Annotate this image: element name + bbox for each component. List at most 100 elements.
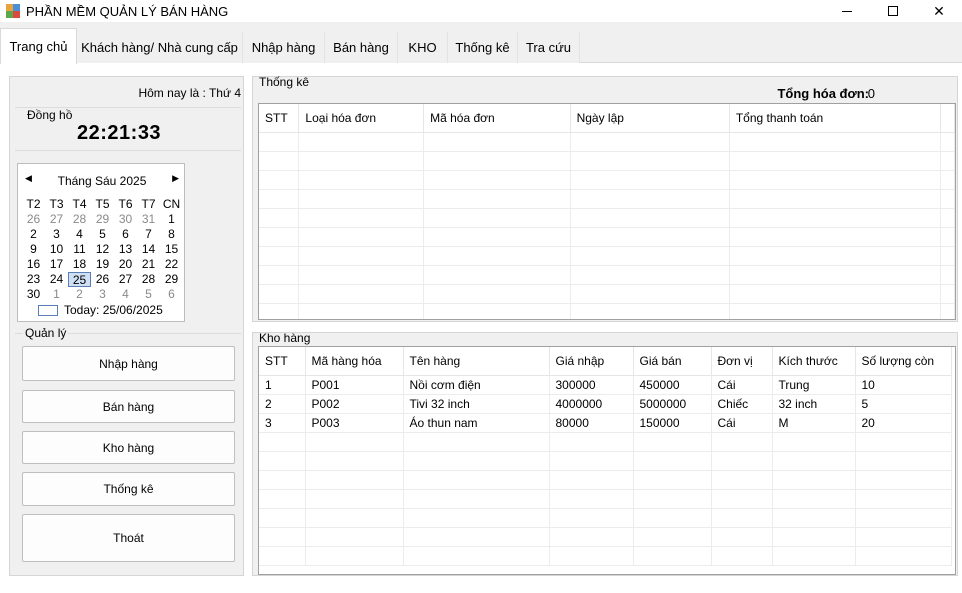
calendar-day[interactable]: 9 — [22, 242, 45, 257]
table-cell[interactable]: Cái — [711, 375, 773, 395]
table-cell[interactable] — [729, 151, 942, 171]
table-row[interactable] — [259, 246, 955, 266]
table-cell[interactable] — [729, 284, 942, 304]
calendar-day[interactable]: 26 — [22, 212, 45, 227]
calendar-day[interactable]: 23 — [22, 272, 45, 287]
calendar-today[interactable]: Today: 25/06/2025 — [38, 303, 163, 317]
column-header[interactable]: STT — [259, 104, 300, 133]
table-cell[interactable] — [940, 227, 955, 247]
column-header[interactable]: Số lượng còn — [855, 347, 952, 376]
table-cell[interactable]: P001 — [305, 375, 404, 395]
table-row[interactable] — [259, 303, 955, 319]
stock-grid[interactable]: STT Mã hàng hóa Tên hàng Giá nhập Giá bán Đơn… — [258, 346, 956, 575]
table-row[interactable] — [259, 208, 955, 228]
table-cell[interactable] — [423, 208, 571, 228]
table-cell[interactable] — [259, 170, 300, 190]
table-cell[interactable]: 150000 — [633, 413, 712, 433]
table-cell[interactable] — [940, 284, 955, 304]
table-cell[interactable] — [298, 246, 425, 266]
table-cell[interactable] — [259, 265, 300, 285]
table-cell[interactable]: 300000 — [549, 375, 634, 395]
calendar-day[interactable]: 5 — [137, 287, 160, 302]
calendar-month[interactable]: Tháng Sáu 2025 — [18, 174, 186, 188]
table-cell[interactable]: Trung — [772, 375, 856, 395]
calendar-day[interactable]: 6 — [114, 227, 137, 242]
calendar-day[interactable]: 24 — [45, 272, 68, 287]
calendar-day[interactable]: 21 — [137, 257, 160, 272]
calendar-day[interactable]: 12 — [91, 242, 114, 257]
calendar-next-icon[interactable]: ▶ — [172, 173, 179, 184]
calendar-day[interactable]: 16 — [22, 257, 45, 272]
table-row[interactable] — [259, 170, 955, 190]
calendar-day[interactable]: 31 — [137, 212, 160, 227]
table-cell[interactable] — [729, 303, 942, 319]
calendar-day[interactable]: 1 — [45, 287, 68, 302]
calendar-day[interactable]: 3 — [45, 227, 68, 242]
table-cell[interactable]: Cái — [711, 413, 773, 433]
table-cell[interactable]: 5 — [855, 394, 952, 414]
calendar-day[interactable]: 17 — [45, 257, 68, 272]
table-cell[interactable] — [570, 151, 730, 171]
table-cell[interactable] — [423, 151, 571, 171]
table-row[interactable] — [259, 132, 955, 152]
calendar-day[interactable]: 11 — [68, 242, 91, 257]
table-cell[interactable] — [423, 284, 571, 304]
tab-thong-ke[interactable]: Thống kê — [448, 32, 518, 63]
table-cell[interactable] — [298, 170, 425, 190]
table-cell[interactable] — [940, 189, 955, 209]
table-cell[interactable] — [298, 208, 425, 228]
table-cell[interactable] — [940, 170, 955, 190]
calendar-day[interactable]: 2 — [22, 227, 45, 242]
table-cell[interactable] — [259, 303, 300, 319]
table-cell[interactable] — [259, 189, 300, 209]
table-row[interactable] — [259, 227, 955, 247]
table-cell[interactable] — [729, 227, 942, 247]
table-cell[interactable] — [423, 303, 571, 319]
table-cell[interactable] — [940, 303, 955, 319]
column-header[interactable]: STT — [259, 347, 306, 376]
column-header[interactable]: Kích thước — [772, 347, 856, 376]
table-cell[interactable]: Chiếc — [711, 394, 773, 414]
column-header[interactable]: Giá bán — [633, 347, 712, 376]
table-cell[interactable] — [423, 189, 571, 209]
table-cell[interactable] — [423, 265, 571, 285]
table-cell[interactable] — [940, 246, 955, 266]
tab-tra-cuu[interactable]: Tra cứu — [518, 32, 580, 63]
table-cell[interactable] — [298, 284, 425, 304]
calendar-day[interactable]: 5 — [91, 227, 114, 242]
calendar-day[interactable]: 22 — [160, 257, 183, 272]
table-cell[interactable]: Tivi 32 inch — [403, 394, 550, 414]
tab-kho[interactable]: KHO — [398, 32, 448, 63]
table-cell[interactable]: 5000000 — [633, 394, 712, 414]
calendar-day[interactable]: 14 — [137, 242, 160, 257]
calendar-day[interactable]: 28 — [137, 272, 160, 287]
table-cell[interactable]: Áo thun nam — [403, 413, 550, 433]
tab-trang-chu[interactable]: Trang chủ — [0, 28, 77, 64]
table-cell[interactable] — [570, 265, 730, 285]
table-cell[interactable]: 32 inch — [772, 394, 856, 414]
calendar-day[interactable]: 27 — [45, 212, 68, 227]
table-cell[interactable] — [570, 284, 730, 304]
table-cell[interactable] — [570, 227, 730, 247]
table-cell[interactable] — [259, 227, 300, 247]
column-header[interactable]: Tên hàng — [403, 347, 550, 376]
table-cell[interactable]: 20 — [855, 413, 952, 433]
calendar-day[interactable]: 4 — [68, 227, 91, 242]
thoat-button[interactable]: Thoát — [22, 514, 235, 562]
table-cell[interactable] — [729, 246, 942, 266]
table-cell[interactable] — [298, 132, 425, 152]
calendar-day[interactable]: 1 — [160, 212, 183, 227]
table-row[interactable] — [259, 284, 955, 304]
table-cell[interactable] — [298, 151, 425, 171]
table-cell[interactable]: 10 — [855, 375, 952, 395]
table-cell[interactable] — [729, 265, 942, 285]
maximize-button[interactable] — [870, 0, 916, 22]
table-cell[interactable] — [940, 208, 955, 228]
table-row[interactable] — [259, 265, 955, 285]
table-cell[interactable]: 2 — [259, 394, 306, 414]
calendar-day[interactable]: 3 — [91, 287, 114, 302]
calendar-day[interactable]: 7 — [137, 227, 160, 242]
column-header[interactable]: Tổng thanh toán — [729, 104, 942, 133]
calendar-day[interactable]: 19 — [91, 257, 114, 272]
calendar-day[interactable]: 6 — [160, 287, 183, 302]
